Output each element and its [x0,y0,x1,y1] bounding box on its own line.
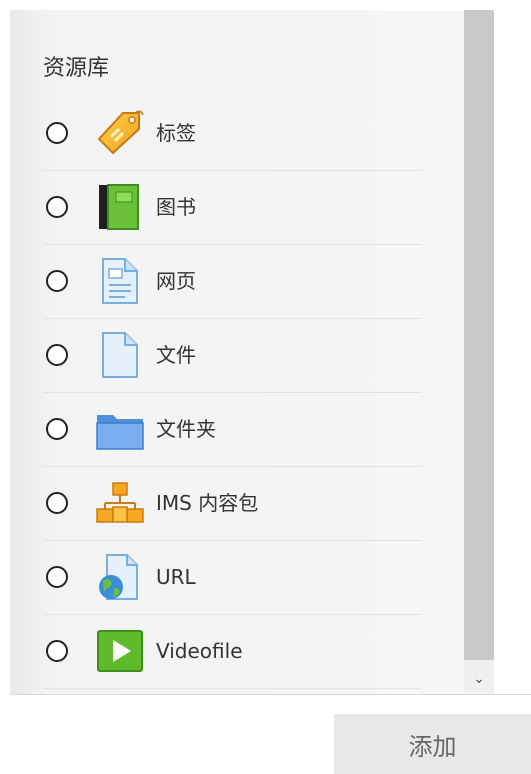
scroll-down-icon[interactable]: ⌄ [464,664,494,694]
resource-radio[interactable] [46,344,68,366]
scrollbar-thumb[interactable] [464,10,494,660]
resource-radio[interactable] [46,122,68,144]
footer-divider [10,694,531,695]
resource-label: 文件 [156,343,196,367]
ims-package-icon [95,479,145,527]
resource-label: Videofile [156,639,243,663]
resource-radio[interactable] [46,418,68,440]
resource-item-videofile[interactable]: Videofile [43,614,422,689]
resource-radio[interactable] [46,196,68,218]
book-icon [95,183,145,231]
list-scrollbar[interactable]: ⌄ [464,10,494,694]
resource-label: 图书 [156,195,196,219]
resource-item-page[interactable]: 网页 [43,244,422,319]
resource-item-file[interactable]: 文件 [43,318,422,393]
resource-label: 标签 [156,121,196,145]
page-icon [95,257,145,305]
resource-radio[interactable] [46,270,68,292]
resource-item-ims-package[interactable]: IMS 内容包 [43,466,422,541]
section-title: 资源库 [43,56,110,81]
resource-item-folder[interactable]: 文件夹 [43,392,422,467]
resource-label: 网页 [156,269,196,293]
url-icon [95,553,145,601]
resource-item-book[interactable]: 图书 [43,170,422,245]
resource-radio[interactable] [46,492,68,514]
resource-item-label[interactable]: 标签 [43,96,422,171]
add-button[interactable]: 添加 [334,714,531,774]
resource-label: 文件夹 [156,417,216,441]
resource-label: URL [156,565,196,589]
file-icon [95,331,145,379]
resource-radio[interactable] [46,566,68,588]
resource-item-url[interactable]: URL [43,540,422,615]
resource-label: IMS 内容包 [156,491,259,515]
tag-icon [95,109,145,157]
video-icon [95,627,145,675]
resource-radio[interactable] [46,640,68,662]
folder-icon [95,405,145,453]
